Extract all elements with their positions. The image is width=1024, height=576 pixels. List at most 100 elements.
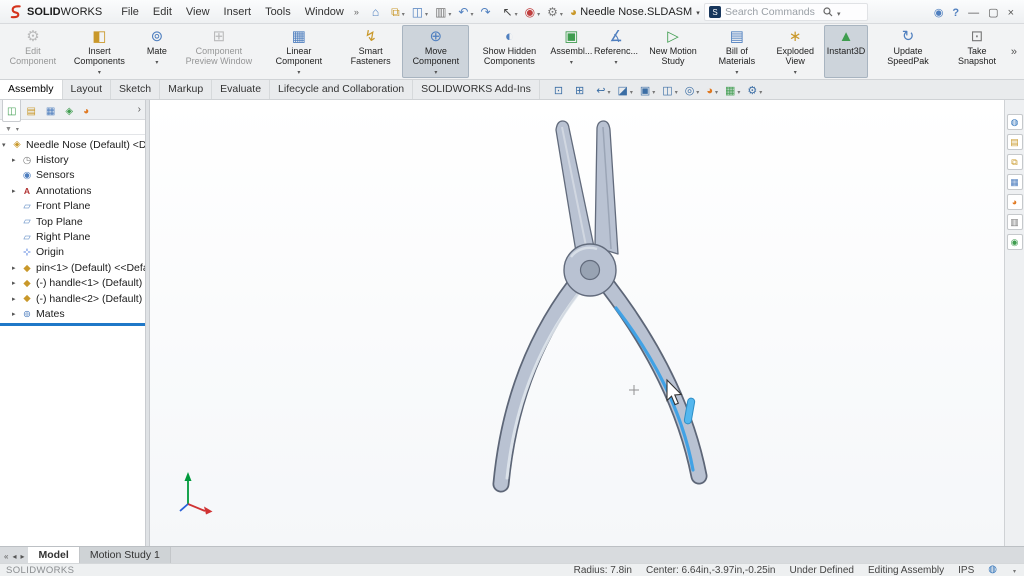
tree-item-pin-1[interactable]: pin<1> (Default) <<Defaul — [0, 260, 145, 275]
print-icon[interactable] — [433, 3, 455, 21]
menu-item[interactable]: Insert — [217, 3, 259, 21]
show-hidden-components-button[interactable]: Show Hidden Components — [469, 25, 549, 78]
display-style-icon[interactable] — [660, 81, 681, 99]
edit-component-button[interactable]: Edit Component — [2, 25, 64, 78]
select-icon[interactable] — [501, 3, 522, 21]
expand-arrow-icon[interactable] — [12, 295, 21, 303]
tree-item-right-plane[interactable]: Right Plane — [0, 229, 145, 244]
tree-filter-bar[interactable] — [0, 120, 145, 135]
globe-icon[interactable] — [988, 565, 997, 575]
ribbon-tab[interactable]: Evaluate — [212, 80, 270, 99]
redo-icon[interactable] — [478, 4, 499, 20]
tree-item-handle-2[interactable]: (-) handle<2> (Default) << — [0, 291, 145, 306]
update-speedpak-button[interactable]: Update SpeedPak Subassemblies — [868, 25, 948, 78]
view-palette-icon[interactable] — [1007, 174, 1023, 190]
file-explorer-icon[interactable] — [1007, 154, 1023, 170]
tree-item-handle-1[interactable]: (-) handle<1> (Default) << — [0, 276, 145, 291]
tree-item-sensors[interactable]: Sensors — [0, 168, 145, 183]
hide-show-items-icon[interactable] — [683, 81, 704, 99]
chevron-down-icon[interactable] — [1011, 565, 1018, 576]
featuremanager-icon[interactable] — [2, 100, 21, 122]
displaymanager-icon[interactable] — [78, 100, 94, 122]
expand-arrow-icon[interactable] — [12, 187, 21, 195]
exploded-view-button[interactable]: Exploded View — [766, 25, 824, 78]
chevron-down-icon[interactable] — [837, 3, 841, 21]
expand-arrow-icon[interactable] — [12, 156, 21, 164]
instant3d-button[interactable]: Instant3D — [824, 25, 868, 78]
view-settings-icon[interactable] — [745, 81, 766, 99]
tab-scroll-left-icon[interactable] — [12, 546, 16, 564]
pliers-model[interactable] — [501, 121, 699, 484]
open-icon[interactable] — [389, 3, 409, 21]
apply-scene-icon[interactable] — [723, 81, 744, 99]
assembly-features-button[interactable]: Assembl... — [549, 25, 593, 78]
menu-item[interactable]: Edit — [146, 3, 179, 21]
save-icon[interactable] — [410, 3, 432, 21]
undo-icon[interactable] — [456, 3, 477, 21]
tree-item-history[interactable]: History — [0, 152, 145, 167]
document-tab[interactable]: Model — [28, 547, 79, 563]
menu-item[interactable]: File — [114, 3, 146, 21]
tree-item-top-plane[interactable]: Top Plane — [0, 214, 145, 229]
linear-component-pattern-button[interactable]: Linear Component Pattern — [259, 25, 339, 78]
ribbon-tab[interactable]: SOLIDWORKS Add-Ins — [413, 80, 540, 99]
chevron-down-icon[interactable] — [696, 6, 700, 18]
resources-icon[interactable] — [1007, 114, 1023, 130]
design-library-icon[interactable] — [1007, 134, 1023, 150]
graphics-area[interactable] — [150, 100, 1004, 546]
tree-item-needle-nose[interactable]: Needle Nose (Default) <Displa — [0, 137, 145, 152]
new-motion-study-button[interactable]: New Motion Study — [639, 25, 708, 78]
ribbon-tab[interactable]: Sketch — [111, 80, 160, 99]
ribbon-tab[interactable]: Markup — [160, 80, 212, 99]
section-view-icon[interactable] — [615, 81, 636, 99]
home-icon[interactable] — [370, 4, 388, 20]
tree-item-origin[interactable]: Origin — [0, 245, 145, 260]
smart-fasteners-button[interactable]: Smart Fasteners — [339, 25, 402, 78]
insert-components-button[interactable]: Insert Components — [64, 25, 135, 78]
configurationmanager-icon[interactable] — [41, 100, 60, 122]
ribbon-tab[interactable]: Lifecycle and Collaboration — [270, 80, 413, 99]
previous-view-icon[interactable] — [594, 81, 614, 99]
menu-item[interactable]: Window — [298, 3, 351, 21]
zoom-fit-icon[interactable] — [552, 82, 572, 98]
close-icon[interactable] — [1008, 3, 1014, 21]
document-tab[interactable]: Motion Study 1 — [80, 547, 171, 563]
restore-icon[interactable] — [988, 3, 998, 21]
units-selector[interactable]: IPS — [958, 565, 974, 576]
expand-arrow-icon[interactable] — [12, 264, 21, 272]
custom-properties-icon[interactable] — [1007, 214, 1023, 230]
view-orientation-icon[interactable] — [638, 81, 659, 99]
document-title[interactable]: Needle Nose.SLDASM — [580, 0, 699, 24]
move-component-button[interactable]: Move Component — [402, 25, 469, 78]
tree-item-front-plane[interactable]: Front Plane — [0, 199, 145, 214]
minimize-icon[interactable] — [968, 3, 979, 21]
reference-geometry-button[interactable]: Referenc... — [593, 25, 638, 78]
ribbon-tab[interactable]: Layout — [63, 80, 112, 99]
search-icon[interactable] — [823, 7, 833, 17]
rollback-bar[interactable] — [0, 323, 145, 326]
expand-arrow-icon[interactable] — [12, 279, 21, 287]
dimxpert-icon[interactable] — [60, 100, 78, 122]
expand-arrow-icon[interactable] — [12, 310, 21, 318]
help-icon[interactable] — [952, 3, 959, 21]
appearances-icon[interactable] — [1007, 194, 1023, 210]
forum-icon[interactable] — [1007, 234, 1023, 250]
rebuild-icon[interactable] — [523, 3, 544, 21]
search-input[interactable] — [725, 6, 819, 18]
menu-item[interactable]: View — [179, 3, 217, 21]
bill-of-materials-button[interactable]: Bill of Materials — [707, 25, 766, 78]
menu-overflow-icon[interactable]: » — [351, 7, 362, 17]
zoom-area-icon[interactable] — [573, 82, 593, 98]
ribbon-overflow-icon[interactable]: » — [1006, 46, 1022, 58]
menu-item[interactable]: Tools — [258, 3, 298, 21]
tab-scroll-right-icon[interactable] — [20, 546, 24, 564]
drag-handle-highlight[interactable] — [684, 398, 695, 425]
edit-appearance-icon[interactable] — [704, 81, 722, 99]
mate-button[interactable]: Mate — [135, 25, 179, 78]
tree-item-annotations[interactable]: Annotations — [0, 183, 145, 198]
take-snapshot-button[interactable]: Take Snapshot — [948, 25, 1006, 78]
component-preview-window-button[interactable]: Component Preview Window — [179, 25, 259, 78]
propertymanager-icon[interactable] — [21, 100, 40, 122]
ribbon-tab[interactable]: Assembly — [0, 80, 63, 99]
tree-item-mates[interactable]: Mates — [0, 306, 145, 321]
